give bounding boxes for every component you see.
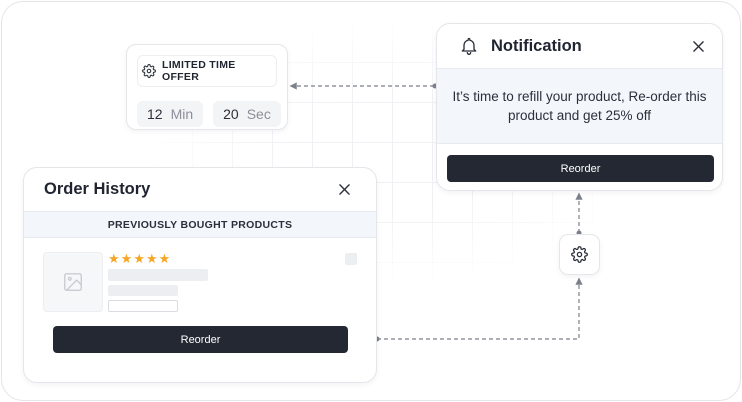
notification-reorder-button[interactable]: Reorder xyxy=(447,155,714,182)
bell-icon xyxy=(459,36,479,56)
notification-card: Notification It’s time to refill your pr… xyxy=(436,23,723,191)
product-detail-placeholder xyxy=(108,285,178,296)
gear-icon xyxy=(142,64,156,78)
product-name-placeholder xyxy=(108,269,208,281)
seconds-value: 20 xyxy=(223,106,239,122)
connector-history-to-gear xyxy=(377,277,583,340)
order-history-title: Order History xyxy=(44,180,151,198)
order-history-header: Order History xyxy=(24,168,376,211)
seconds-unit: Sec xyxy=(246,106,271,122)
product-rating: ★ ★ ★ ★ ★ xyxy=(108,252,170,266)
image-icon xyxy=(62,271,84,293)
star-icon: ★ xyxy=(145,251,158,266)
close-icon[interactable] xyxy=(690,38,706,54)
minutes-unit: Min xyxy=(170,106,194,122)
seconds-timer: 20 Sec xyxy=(213,101,281,127)
automation-node[interactable] xyxy=(559,234,600,275)
product-image-placeholder xyxy=(43,252,103,312)
history-reorder-button[interactable]: Reorder xyxy=(53,326,348,353)
product-price-placeholder xyxy=(108,300,178,312)
offer-header: LIMITED TIME OFFER xyxy=(137,55,277,87)
star-icon: ★ xyxy=(108,251,120,266)
previously-bought-heading: PREVIOUSLY BOUGHT PRODUCTS xyxy=(24,211,376,238)
countdown-timer: 12 Min 20 Sec xyxy=(137,101,281,127)
notification-message: It’s time to refill your product, Re-ord… xyxy=(437,68,722,144)
star-icon: ★ xyxy=(158,251,171,266)
gear-icon xyxy=(571,246,588,263)
notification-header: Notification xyxy=(437,24,722,68)
product-select-checkbox[interactable] xyxy=(345,253,357,265)
notification-title: Notification xyxy=(491,36,582,55)
limited-offer-card: LIMITED TIME OFFER 12 Min 20 Sec xyxy=(126,44,288,130)
canvas-frame: LIMITED TIME OFFER 12 Min 20 Sec Notific… xyxy=(1,1,741,401)
star-icon: ★ xyxy=(133,251,145,266)
order-history-card: Order History PREVIOUSLY BOUGHT PRODUCTS… xyxy=(23,167,377,383)
minutes-value: 12 xyxy=(147,106,163,122)
minutes-timer: 12 Min xyxy=(137,101,204,127)
star-icon: ★ xyxy=(120,251,133,266)
close-icon[interactable] xyxy=(336,182,352,198)
offer-title: LIMITED TIME OFFER xyxy=(162,59,236,83)
